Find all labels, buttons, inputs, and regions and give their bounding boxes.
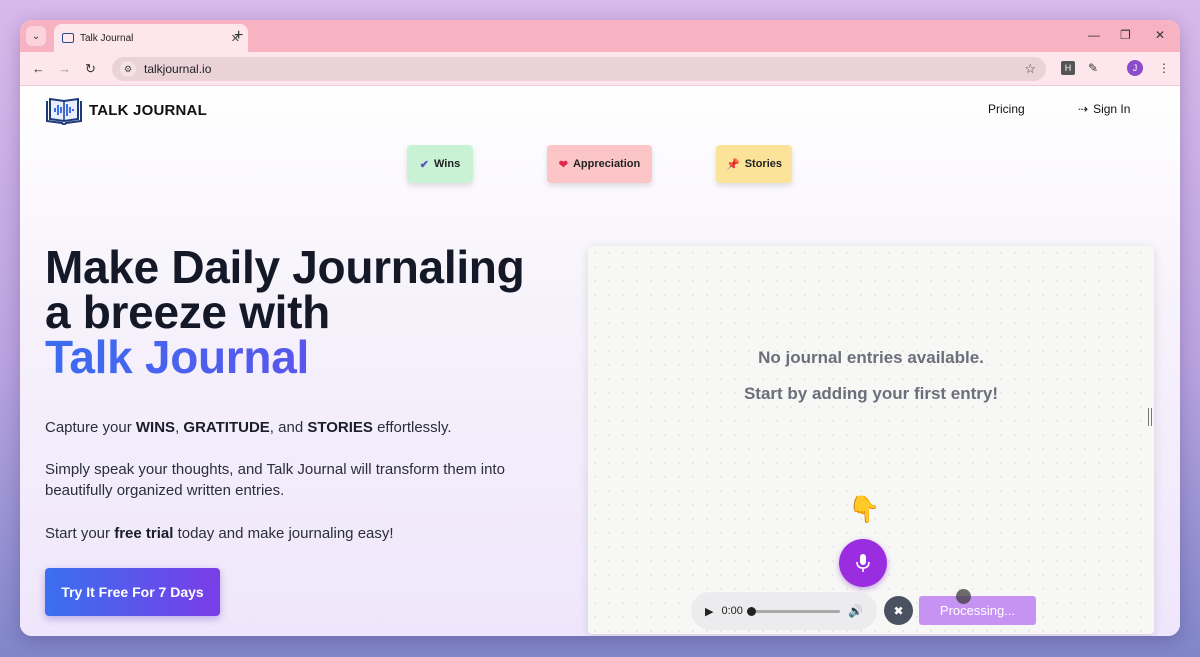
- capture-prefix: Capture your: [45, 419, 136, 436]
- checkmark-icon: ✔: [419, 158, 430, 171]
- favicon-icon: [62, 33, 74, 43]
- sign-in-label: Sign In: [1093, 102, 1131, 116]
- seek-slider[interactable]: [746, 606, 841, 616]
- resize-handle[interactable]: [1148, 408, 1152, 426]
- menu-kebab-icon[interactable]: ⋮: [1158, 61, 1170, 75]
- speak-text: Simply speak your thoughts, and Talk Jou…: [45, 461, 505, 499]
- restore-icon[interactable]: ❐: [1120, 28, 1131, 42]
- capture-wins: WINS: [135, 419, 176, 436]
- tab-search-chevron-icon[interactable]: ⌄: [26, 26, 46, 46]
- book-waveform-icon: [46, 97, 82, 125]
- reload-icon[interactable]: ↻: [85, 61, 96, 77]
- tab-strip: ⌄ Talk Journal ✕ + — ❐ ✕: [20, 20, 1180, 52]
- chip-appreciation: ❤ Appreciation: [547, 145, 652, 183]
- tab-talk-journal[interactable]: Talk Journal ✕: [54, 24, 248, 52]
- audio-player: ▶ 0:00 🔊: [691, 592, 877, 630]
- microphone-icon: [856, 554, 870, 572]
- brand-name: TALK JOURNAL: [89, 101, 207, 119]
- trial-prefix: Start your: [45, 525, 115, 542]
- seek-knob[interactable]: [746, 606, 756, 616]
- profile-avatar[interactable]: J: [1127, 60, 1143, 76]
- back-arrow-icon[interactable]: ←: [32, 61, 45, 76]
- sign-in-link[interactable]: ⇢ Sign In: [1078, 102, 1130, 116]
- capture-gratitude: GRATITUDE: [183, 419, 270, 436]
- journal-panel: No journal entries available. Start by a…: [588, 246, 1154, 634]
- close-window-icon[interactable]: ✕: [1155, 28, 1165, 42]
- hero-headline: Make Daily Journaling a breeze with Talk…: [45, 241, 585, 380]
- trial-bold: free trial: [114, 525, 174, 542]
- play-icon[interactable]: ▶: [705, 605, 713, 618]
- record-mic-button[interactable]: [839, 539, 887, 587]
- tab-title: Talk Journal: [80, 32, 134, 44]
- cancel-recording-button[interactable]: ✖: [884, 596, 913, 625]
- trial-suffix: today and make journaling easy!: [173, 525, 394, 542]
- address-bar[interactable]: ⚙ talkjournal.io ☆: [112, 57, 1046, 81]
- minimize-icon[interactable]: —: [1088, 28, 1100, 42]
- headline-line-1: Make Daily Journaling: [45, 241, 525, 293]
- nav-pricing-link[interactable]: Pricing: [988, 102, 1025, 116]
- empty-state-title: No journal entries available.: [758, 348, 984, 367]
- chip-wins-label: Wins: [434, 158, 461, 170]
- chip-appreciation-label: Appreciation: [572, 158, 641, 170]
- capture-suffix: effortlessly.: [372, 419, 452, 436]
- headline-line-3: Talk Journal: [45, 334, 585, 380]
- headline-line-2: a breeze with: [45, 286, 330, 338]
- time-display: 0:00: [721, 605, 743, 617]
- browser-window: ⌄ Talk Journal ✕ + — ❐ ✕ ← → ↻ ⚙ talkjou…: [20, 20, 1180, 636]
- chip-stories: 📌 Stories: [716, 145, 792, 183]
- volume-icon[interactable]: 🔊: [848, 604, 863, 618]
- sign-in-icon: ⇢: [1078, 102, 1089, 116]
- empty-state-subtitle: Start by adding your first entry!: [743, 384, 999, 403]
- capture-stories: STORIES: [307, 419, 373, 436]
- brand-logo[interactable]: TALK JOURNAL: [45, 95, 207, 125]
- capture-sep2: , and: [269, 419, 308, 436]
- page-content: TALK JOURNAL Pricing ⇢ Sign In ✔ Wins ❤ …: [20, 87, 1180, 636]
- trial-text: Start your free trial today and make jou…: [45, 523, 565, 544]
- capture-text: Capture your WINS, GRATITUDE, and STORIE…: [45, 417, 565, 438]
- bookmark-star-icon[interactable]: ☆: [1024, 61, 1036, 77]
- browser-toolbar: ← → ↻ ⚙ talkjournal.io ☆ H ✎ J ⋮: [20, 52, 1180, 86]
- site-info-icon[interactable]: ⚙: [120, 61, 136, 77]
- processing-button[interactable]: Processing...: [919, 596, 1036, 625]
- cursor-indicator: [956, 589, 971, 604]
- extensions-puzzle-icon[interactable]: ✎: [1088, 61, 1098, 75]
- chip-stories-label: Stories: [744, 158, 782, 170]
- pointing-down-hand-icon: 👇: [848, 494, 881, 524]
- url-text[interactable]: talkjournal.io: [144, 62, 1024, 76]
- try-free-button[interactable]: Try It Free For 7 Days: [45, 568, 220, 616]
- extension-h-icon[interactable]: H: [1061, 61, 1075, 75]
- pushpin-icon: 📌: [726, 158, 740, 171]
- chip-wins: ✔ Wins: [407, 145, 473, 183]
- heart-icon: ❤: [558, 158, 568, 171]
- new-tab-plus-icon[interactable]: +: [234, 27, 243, 45]
- forward-arrow-icon[interactable]: →: [58, 61, 71, 76]
